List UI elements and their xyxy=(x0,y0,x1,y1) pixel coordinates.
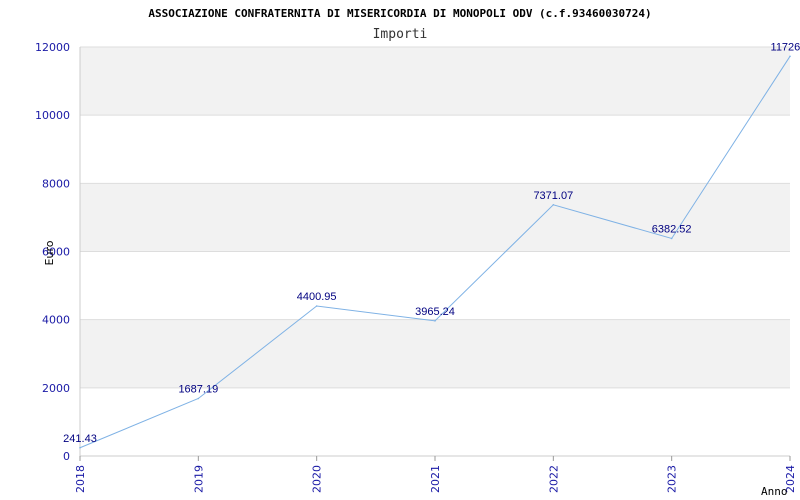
band xyxy=(80,319,790,388)
x-tick-label: 2022 xyxy=(547,465,560,493)
background-bands xyxy=(80,47,790,388)
data-point xyxy=(315,305,318,307)
chart-title: ASSOCIAZIONE CONFRATERNITA DI MISERICORD… xyxy=(148,7,651,20)
data-label: 7371.07 xyxy=(533,190,573,202)
y-tick-label: 4000 xyxy=(42,314,70,327)
data-label: 11726.4 xyxy=(771,41,800,53)
y-tick-label: 8000 xyxy=(42,177,70,190)
data-label: 241.43 xyxy=(63,433,97,445)
y-tick-label: 2000 xyxy=(42,382,70,395)
x-tick-label: 2020 xyxy=(311,465,324,493)
x-tick-label: 2019 xyxy=(192,465,205,493)
data-point xyxy=(434,320,436,322)
data-label: 4400.95 xyxy=(297,291,337,303)
x-tick-label: 2023 xyxy=(666,465,679,493)
x-axis-label: Anno xyxy=(761,485,788,498)
y-axis-label: Euro xyxy=(43,240,56,265)
band xyxy=(80,183,790,252)
chart: 020004000600080001000012000 2018 2019 2020… xyxy=(35,7,800,498)
data-point xyxy=(79,446,81,449)
data-label: 1687.19 xyxy=(178,383,218,395)
data-point xyxy=(670,237,673,240)
data-point xyxy=(789,55,791,58)
x-tick-label: 2018 xyxy=(74,465,87,493)
data-label: 3965.24 xyxy=(415,306,455,318)
data-label: 6382.52 xyxy=(652,223,692,235)
x-tick-label: 2021 xyxy=(429,465,442,493)
data-point xyxy=(552,203,555,206)
chart-subtitle: Importi xyxy=(373,27,428,42)
band xyxy=(80,47,790,116)
y-tick-label: 0 xyxy=(63,450,70,463)
y-tick-label: 12000 xyxy=(35,41,70,54)
y-tick-label: 10000 xyxy=(35,109,70,122)
data-point xyxy=(197,397,200,400)
x-tick-labels: 2018 2019 2020 2021 2022 2023 2024 xyxy=(74,465,797,493)
